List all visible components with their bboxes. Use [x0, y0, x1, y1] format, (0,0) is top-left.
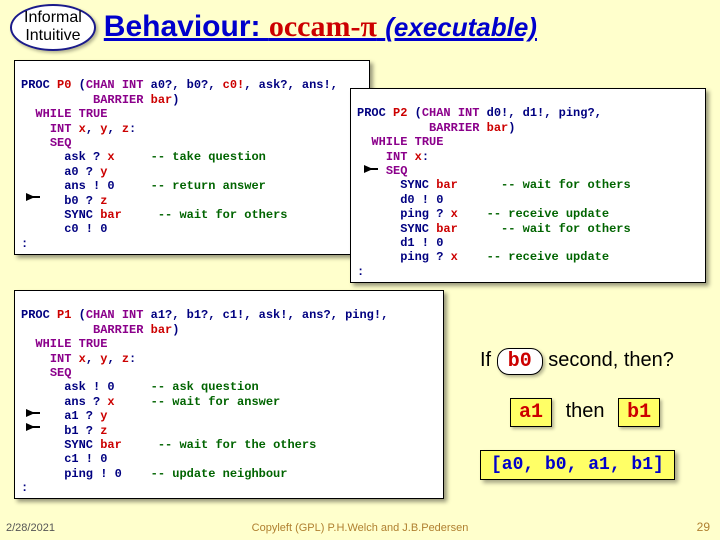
title-behaviour: Behaviour:	[104, 10, 261, 43]
footer-page-number: 29	[697, 520, 710, 534]
title-occam: occam-π	[269, 10, 377, 43]
box-b1: b1	[618, 398, 660, 427]
arrow-icon	[26, 418, 44, 436]
question-line2: a1 then b1	[510, 398, 660, 427]
slide-header: Informal Intuitive Behaviour: occam-π (e…	[10, 4, 537, 51]
pill-b0: b0	[497, 348, 543, 375]
slide-title: Behaviour: occam-π (executable)	[104, 10, 537, 44]
answer-text: [a0, b0, a1, b1]	[491, 455, 664, 475]
title-executable: (executable)	[385, 12, 537, 42]
footer-date: 2/28/2021	[6, 522, 55, 534]
arrow-icon	[364, 160, 382, 178]
proc-p2-box: PROC P2 (CHAN INT d0!, d1!, ping?, BARRI…	[350, 88, 706, 283]
oval-informal: Informal Intuitive	[10, 4, 96, 51]
proc-p0-box: PROC P0 (CHAN INT a0?, b0?, c0!, ask?, a…	[14, 60, 370, 255]
oval-line1: Informal	[24, 9, 82, 27]
question-line1: If b0 second, then?	[480, 348, 674, 375]
then-text: then	[566, 400, 605, 422]
proc-p1-box: PROC P1 (CHAN INT a1?, b1?, c1!, ask!, a…	[14, 290, 444, 499]
answer-box: [a0, b0, a1, b1]	[480, 450, 675, 480]
second-text: second, then?	[548, 349, 674, 371]
arrow-icon	[26, 188, 44, 206]
if-text: If	[480, 349, 491, 371]
oval-line2: Intuitive	[24, 27, 82, 45]
box-a1: a1	[510, 398, 552, 427]
footer-copyleft: Copyleft (GPL) P.H.Welch and J.B.Pederse…	[252, 522, 469, 534]
